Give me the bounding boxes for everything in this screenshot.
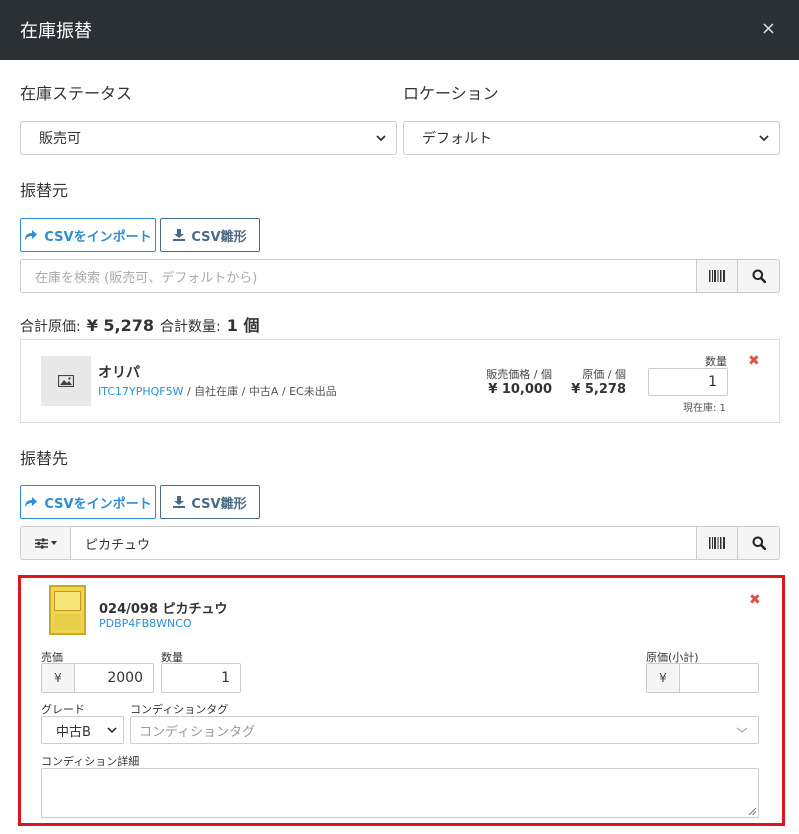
close-icon[interactable]: × [761,18,776,39]
total-cost-label: 合計原価: [20,319,81,335]
source-import-csv-button[interactable]: CSVをインポート [20,218,156,252]
grade-select[interactable]: 中古B [41,716,124,744]
source-import-label: CSVをインポート [44,229,152,245]
source-csv-template-button[interactable]: CSV雛形 [160,218,260,252]
card-text-area [54,614,81,630]
image-icon [58,375,74,387]
modal-title: 在庫振替 [20,21,92,42]
dest-import-label: CSVをインポート [44,496,152,512]
filter-settings-button[interactable] [20,526,70,560]
grade-select-value: 中古B [56,724,91,740]
source-item-attributes: / 自社在庫 / 中古A / EC未出品 [183,385,337,398]
cost-subtotal-value[interactable] [680,664,758,692]
source-search-input[interactable]: 在庫を検索 (販売可、デフォルトから) [20,259,696,293]
current-stock-note: 現在庫: 1 [683,403,726,414]
dest-item-panel: 024/098 ピカチュウ PDBP4FB8WNCO ✖ 売価 ¥ 2000 数… [18,575,785,826]
source-template-label: CSV雛形 [191,229,247,245]
dest-qty-input[interactable]: 1 [161,663,241,693]
cost-subtotal-currency: ¥ [647,664,680,692]
source-item-meta: ITC17YPHQF5W / 自社在庫 / 中古A / EC未出品 [98,383,337,399]
dest-search-input[interactable]: ピカチュウ [70,526,696,560]
modal-header: 在庫振替 [0,0,799,60]
source-item-card: オリパ ITC17YPHQF5W / 自社在庫 / 中古A / EC未出品 販売… [20,339,780,423]
destination-heading: 振替先 [20,449,69,468]
chevron-down-icon [376,135,386,142]
sale-price-value[interactable]: 2000 [75,664,153,692]
grade-label: グレード [41,703,85,716]
condition-detail-label: コンディション詳細 [41,755,140,768]
sliders-icon [34,537,48,549]
chevron-down-icon [736,727,748,733]
source-qty-label: 数量 [705,355,727,368]
status-select-value: 販売可 [39,131,81,147]
sale-price-currency: ¥ [42,664,75,692]
price-per-unit-value: ¥ 10,000 [488,382,552,397]
source-item-name: オリパ [98,365,140,381]
source-heading: 振替元 [20,181,69,200]
source-qty-input[interactable]: 1 [648,368,728,396]
dest-remove-icon[interactable]: ✖ [749,592,761,608]
sale-price-field[interactable]: ¥ 2000 [41,663,154,693]
status-label: 在庫ステータス [20,84,133,103]
condition-tag-label: コンディションタグ [130,703,229,716]
chevron-down-icon [107,727,117,734]
total-qty-value: 1 個 [226,316,260,335]
search-icon [752,269,766,283]
status-select[interactable]: 販売可 [20,121,397,155]
cost-per-unit-label: 原価 / 個 [582,368,626,381]
cost-subtotal-field[interactable]: ¥ [646,663,759,693]
condition-tag-select[interactable]: コンディションタグ [130,716,759,744]
resize-grip-icon[interactable] [748,807,756,815]
card-art [54,591,81,611]
dest-barcode-button[interactable] [696,526,738,560]
source-barcode-button[interactable] [696,259,738,293]
pikachu-card-image [49,585,86,635]
caret-down-icon [50,541,57,545]
download-icon [173,496,186,508]
total-qty-label: 合計数量: [160,319,221,335]
chevron-down-icon [759,135,769,142]
barcode-icon [709,537,725,549]
share-icon [25,497,38,507]
dest-template-label: CSV雛形 [191,496,247,512]
condition-detail-textarea[interactable] [41,768,759,818]
source-search-button[interactable] [738,259,780,293]
location-label: ロケーション [403,84,499,103]
dest-item-name: 024/098 ピカチュウ [99,602,228,617]
search-icon [752,536,766,550]
source-remove-icon[interactable]: ✖ [748,353,760,369]
source-item-code-link[interactable]: ITC17YPHQF5W [98,385,183,398]
image-placeholder [41,356,91,406]
dest-search-group: ピカチュウ [20,526,780,560]
dest-csv-template-button[interactable]: CSV雛形 [160,485,260,519]
barcode-icon [709,270,725,282]
dest-import-csv-button[interactable]: CSVをインポート [20,485,156,519]
condition-tag-placeholder: コンディションタグ [139,724,256,740]
dest-item-code-link[interactable]: PDBP4FB8WNCO [99,617,192,630]
location-select-value: デフォルト [422,131,492,147]
source-search-group: 在庫を検索 (販売可、デフォルトから) [20,259,780,293]
cost-per-unit-value: ¥ 5,278 [571,382,626,397]
dest-search-button[interactable] [738,526,780,560]
total-cost-value: ¥ 5,278 [86,316,155,335]
price-per-unit-label: 販売価格 / 個 [486,368,552,381]
share-icon [25,230,38,240]
location-select[interactable]: デフォルト [403,121,780,155]
download-icon [173,229,186,241]
source-totals: 合計原価: ¥ 5,278 合計数量: 1 個 [20,312,259,336]
